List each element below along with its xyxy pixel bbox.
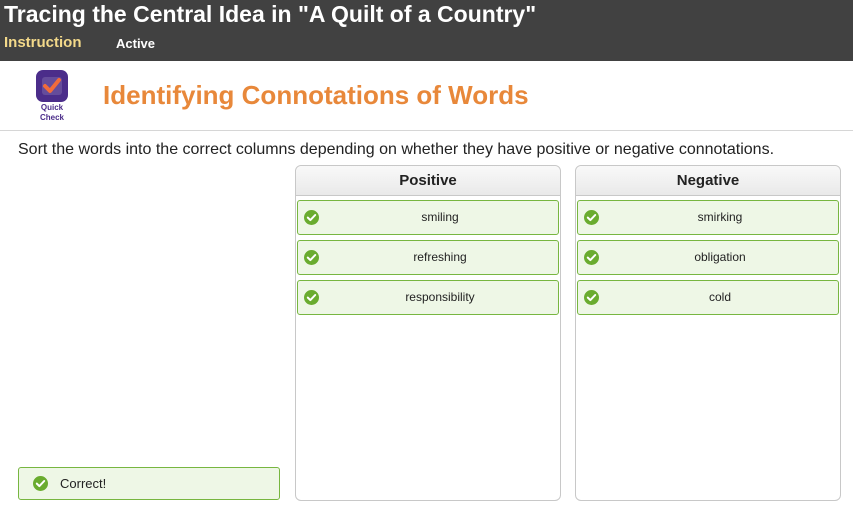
- check-circle-icon: [584, 290, 599, 305]
- draggable-word-item[interactable]: smiling: [297, 200, 559, 235]
- draggable-word-item[interactable]: cold: [577, 280, 839, 315]
- feedback-banner: Correct!: [18, 467, 280, 500]
- activity-header: Quick Check Identifying Connotations of …: [0, 61, 853, 131]
- check-circle-icon: [304, 210, 319, 225]
- word-label: smirking: [697, 210, 743, 224]
- word-label: cold: [708, 290, 731, 304]
- feedback-message: Correct!: [60, 476, 107, 491]
- check-circle-icon: [584, 250, 599, 265]
- positive-column-header: Positive: [296, 166, 560, 196]
- tab-active[interactable]: Active: [116, 36, 155, 51]
- tab-instruction[interactable]: Instruction: [4, 34, 82, 51]
- lesson-title: Tracing the Central Idea in "A Quilt of …: [4, 1, 537, 27]
- draggable-word-item[interactable]: smirking: [577, 200, 839, 235]
- quick-check-label-line2: Check: [39, 113, 64, 122]
- word-label: responsibility: [405, 290, 475, 304]
- top-bar: Tracing the Central Idea in "A Quilt of …: [0, 0, 853, 61]
- word-label: obligation: [694, 250, 746, 264]
- draggable-word-item[interactable]: obligation: [577, 240, 839, 275]
- draggable-word-item[interactable]: refreshing: [297, 240, 559, 275]
- check-circle-icon: [304, 250, 319, 265]
- word-label: refreshing: [413, 250, 467, 264]
- quick-check-label: Quick Check: [30, 103, 74, 123]
- negative-column[interactable]: Negative smirking obligation cold: [575, 165, 841, 501]
- negative-column-header: Negative: [576, 166, 840, 196]
- check-circle-icon: [584, 210, 599, 225]
- quick-check-label-line1: Quick: [40, 103, 64, 112]
- activity-title: Identifying Connotations of Words: [103, 80, 529, 110]
- check-circle-icon: [33, 476, 48, 491]
- check-circle-icon: [304, 290, 319, 305]
- positive-column[interactable]: Positive smiling refreshing responsibili…: [295, 165, 561, 501]
- quick-check-icon: [36, 70, 68, 102]
- draggable-word-item[interactable]: responsibility: [297, 280, 559, 315]
- word-label: smiling: [421, 210, 459, 224]
- instructions-text: Sort the words into the correct columns …: [18, 141, 775, 158]
